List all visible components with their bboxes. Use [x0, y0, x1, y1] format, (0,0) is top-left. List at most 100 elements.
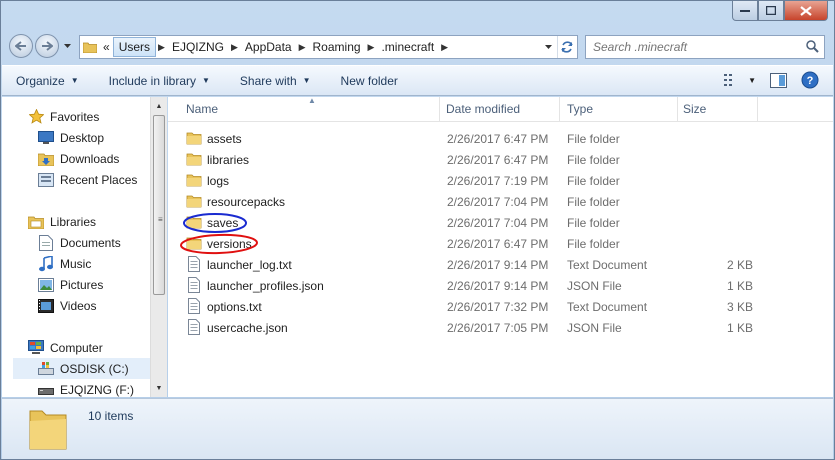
explorer-window: « Users ▶ EJQIZNG ▶ AppData ▶ Roaming ▶ … [0, 0, 835, 460]
column-date-modified[interactable]: Date modified [440, 97, 560, 122]
item-count: 10 items [88, 409, 134, 423]
file-row[interactable]: versions 2/26/2017 6:47 PM File folder [168, 233, 833, 254]
breadcrumb-roaming[interactable]: Roaming ▶ [308, 36, 377, 58]
nav-favorites[interactable]: Favorites [28, 106, 150, 127]
file-row[interactable]: usercache.json 2/26/2017 7:05 PM JSON Fi… [168, 317, 833, 338]
column-name[interactable]: ▲ Name [168, 96, 440, 122]
computer-icon [28, 340, 44, 356]
change-view-button[interactable]: ▼ [724, 73, 756, 87]
chevron-down-icon[interactable]: ▼ [748, 76, 756, 85]
address-bar[interactable]: « Users ▶ EJQIZNG ▶ AppData ▶ Roaming ▶ … [79, 35, 578, 59]
folder-icon [186, 151, 202, 167]
breadcrumb-appdata[interactable]: AppData ▶ [240, 36, 308, 58]
forward-button[interactable] [35, 34, 59, 58]
nav-videos[interactable]: Videos [38, 295, 150, 316]
breadcrumb-separator-icon[interactable]: ▶ [366, 42, 377, 53]
breadcrumb-separator-icon[interactable]: ▶ [229, 42, 240, 53]
document-icon [186, 256, 202, 272]
preview-pane-icon [770, 72, 787, 88]
window-controls [732, 1, 828, 21]
chevron-down-icon: ▼ [202, 76, 210, 85]
file-row[interactable]: logs 2/26/2017 7:19 PM File folder [168, 170, 833, 191]
desktop-icon [38, 130, 54, 146]
breadcrumb-separator-icon[interactable]: ▶ [297, 42, 308, 53]
chevron-down-icon [63, 44, 71, 48]
file-row[interactable]: launcher_log.txt 2/26/2017 9:14 PM Text … [168, 254, 833, 275]
forward-arrow-icon [42, 41, 53, 51]
removable-drive-icon [38, 382, 54, 398]
maximize-button[interactable] [758, 1, 784, 21]
file-row[interactable]: resourcepacks 2/26/2017 7:04 PM File fol… [168, 191, 833, 212]
help-button[interactable]: ? [801, 71, 819, 89]
file-row[interactable]: libraries 2/26/2017 6:47 PM File folder [168, 149, 833, 170]
share-with-button[interactable]: Share with ▼ [240, 74, 311, 88]
maximize-icon [766, 6, 776, 15]
back-button[interactable] [9, 34, 33, 58]
document-icon [186, 319, 202, 335]
minimize-button[interactable] [732, 1, 758, 21]
nav-libraries[interactable]: Libraries [28, 211, 150, 232]
nav-osdisk[interactable]: OSDISK (C:) [13, 358, 150, 379]
column-size[interactable]: Size [678, 97, 758, 122]
nav-computer[interactable]: Computer [28, 337, 150, 358]
breadcrumb-separator-icon[interactable]: ▶ [439, 42, 450, 53]
document-icon [186, 298, 202, 314]
search-box[interactable] [585, 35, 825, 59]
svg-text:?: ? [807, 75, 814, 87]
folder-icon [186, 130, 202, 146]
organize-button[interactable]: Organize ▼ [16, 74, 79, 88]
recent-pages-dropdown[interactable] [61, 40, 73, 52]
nav-ejqizng-drive[interactable]: EJQIZNG (F:) [38, 379, 150, 397]
breadcrumb-ejqizng[interactable]: EJQIZNG ▶ [167, 36, 240, 58]
libraries-icon [28, 214, 44, 230]
breadcrumb-overflow[interactable]: « [100, 36, 113, 58]
nav-pictures[interactable]: Pictures [38, 274, 150, 295]
minimize-icon [740, 9, 750, 12]
scroll-up-icon[interactable]: ▲ [153, 99, 165, 113]
column-headers: ▲ Name Date modified Type Size [168, 96, 833, 122]
nav-desktop[interactable]: Desktop [38, 127, 150, 148]
file-list: ▲ Name Date modified Type Size assets 2/2… [168, 96, 833, 397]
video-icon [38, 298, 54, 314]
documents-icon [38, 234, 54, 251]
navigation-buttons [9, 34, 73, 58]
file-row[interactable]: launcher_profiles.json 2/26/2017 9:14 PM… [168, 275, 833, 296]
navigation-pane: Favorites Desktop Downloads Recent Place… [2, 97, 150, 397]
breadcrumb-users[interactable]: Users ▶ [112, 36, 167, 58]
scroll-down-icon[interactable]: ▼ [153, 381, 165, 395]
search-icon[interactable] [806, 40, 819, 56]
scrollbar-thumb[interactable]: ≡ [153, 115, 165, 295]
search-input[interactable] [593, 40, 793, 54]
folder-icon [28, 405, 68, 454]
star-icon [28, 109, 44, 125]
file-row[interactable]: assets 2/26/2017 6:47 PM File folder [168, 128, 833, 149]
recent-places-icon [38, 172, 54, 188]
file-row[interactable]: options.txt 2/26/2017 7:32 PM Text Docum… [168, 296, 833, 317]
view-controls: ▼ ? [710, 71, 819, 89]
nav-music[interactable]: Music [38, 253, 150, 274]
grip-icon: ≡ [158, 215, 163, 224]
navigation-scrollbar[interactable]: ▲ ≡ ▼ [150, 97, 167, 397]
include-in-library-button[interactable]: Include in library ▼ [109, 74, 210, 88]
breadcrumb-minecraft[interactable]: .minecraft ▶ [376, 36, 450, 58]
folder-icon [80, 36, 100, 58]
preview-pane-button[interactable] [770, 72, 787, 88]
refresh-button[interactable] [557, 36, 575, 58]
nav-documents[interactable]: Documents [38, 232, 150, 253]
nav-recent-places[interactable]: Recent Places [38, 169, 150, 190]
address-history-dropdown[interactable] [541, 36, 555, 58]
folder-icon [186, 235, 202, 251]
nav-downloads[interactable]: Downloads [38, 148, 150, 169]
refresh-icon [560, 41, 573, 53]
new-folder-button[interactable]: New folder [341, 74, 398, 88]
close-icon [800, 5, 812, 16]
close-button[interactable] [784, 1, 828, 21]
chevron-down-icon [544, 45, 552, 49]
breadcrumb-separator-icon[interactable]: ▶ [156, 42, 167, 53]
music-note-icon [38, 255, 54, 272]
file-row[interactable]: saves 2/26/2017 7:04 PM File folder [168, 212, 833, 233]
help-icon: ? [801, 71, 819, 89]
view-details-icon [724, 74, 733, 86]
folder-icon [186, 193, 202, 209]
column-type[interactable]: Type [560, 97, 678, 122]
